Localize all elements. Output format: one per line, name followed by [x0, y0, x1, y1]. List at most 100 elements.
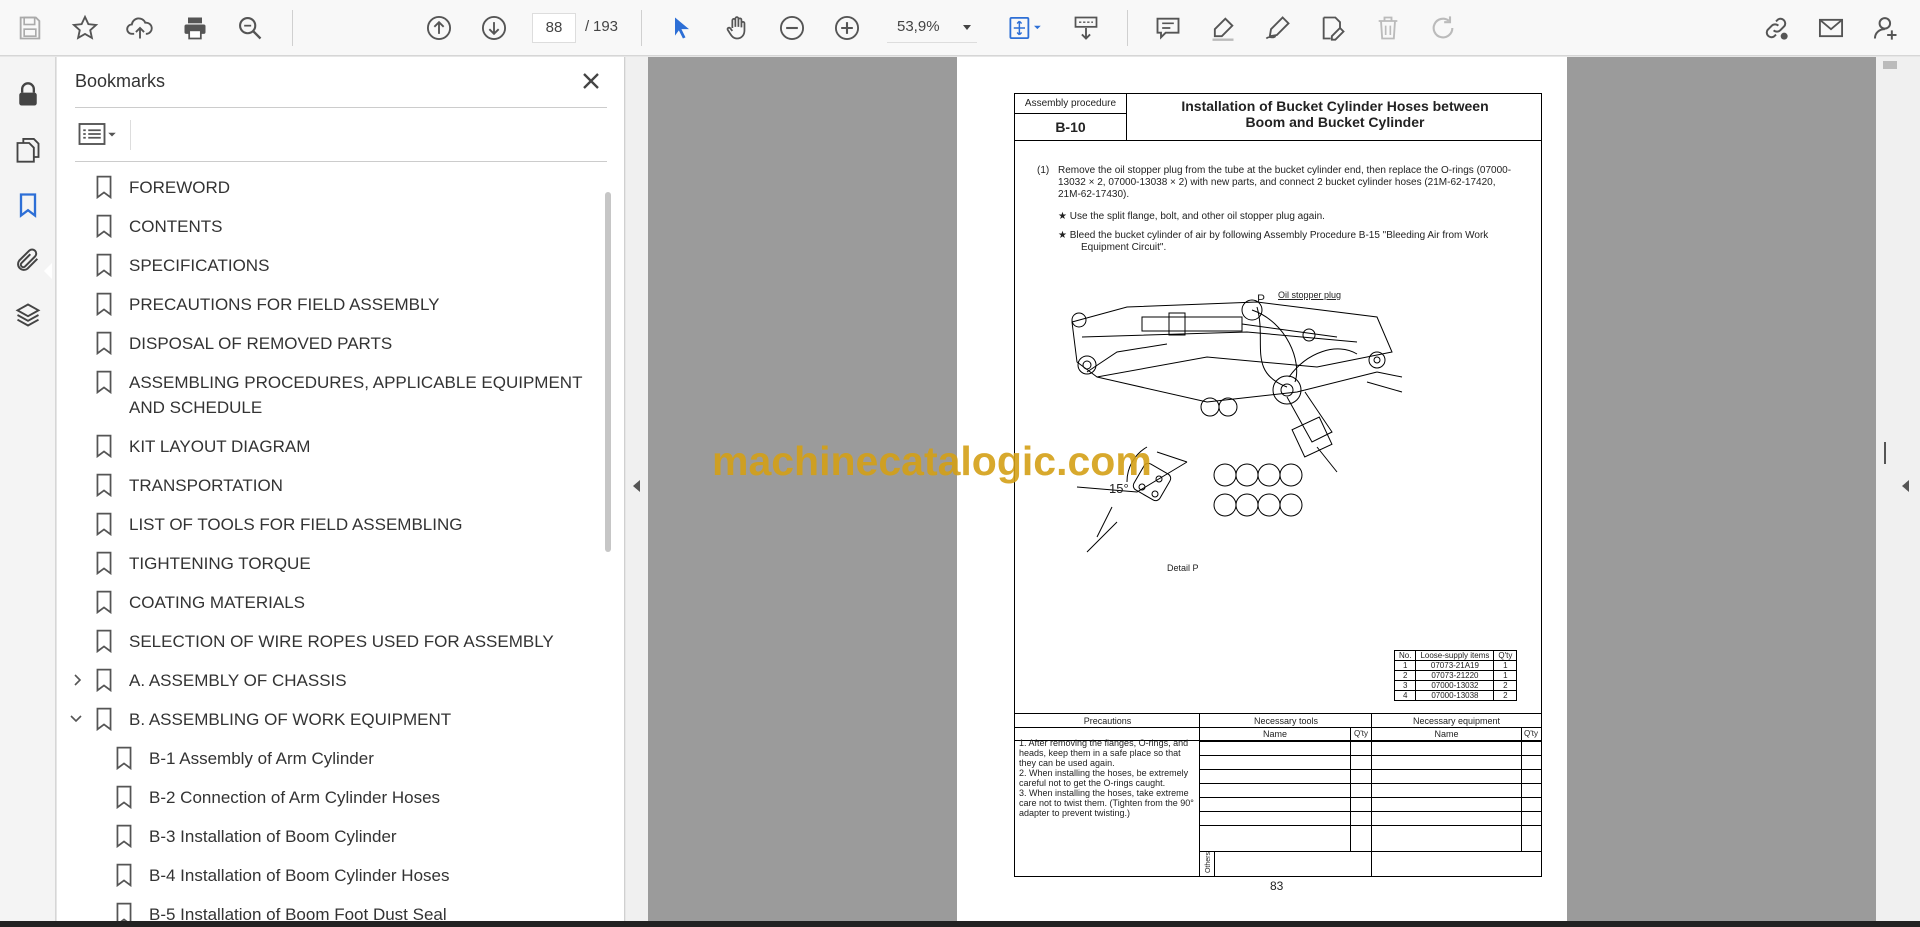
share-link-icon[interactable]	[1758, 10, 1794, 46]
bookmark-item[interactable]: B-3 Installation of Boom Cylinder	[115, 824, 589, 849]
highlight-icon[interactable]	[1205, 10, 1241, 46]
table-cell: 1	[1493, 660, 1518, 671]
divider	[1200, 811, 1541, 812]
select-arrow-icon[interactable]	[664, 10, 700, 46]
bookmark-item[interactable]: PRECAUTIONS FOR FIELD ASSEMBLY	[95, 292, 599, 317]
edit-icon[interactable]	[1315, 10, 1351, 46]
bookmark-icon	[96, 370, 112, 394]
bookmark-item[interactable]: A. ASSEMBLY OF CHASSIS	[95, 668, 599, 693]
scroll-mode-icon[interactable]	[1068, 10, 1104, 46]
save-icon[interactable]	[12, 10, 48, 46]
toolbar-separator	[641, 10, 642, 46]
close-icon[interactable]	[577, 67, 605, 95]
sign-icon[interactable]	[1260, 10, 1296, 46]
panel-title: Bookmarks	[75, 71, 166, 91]
bookmark-label: B-4 Installation of Boom Cylinder Hoses	[149, 866, 450, 885]
procedure-label: Assembly procedure	[1015, 94, 1126, 114]
print-icon[interactable]	[177, 10, 213, 46]
table-cell: 3	[1393, 680, 1417, 691]
bookmark-item[interactable]: B-2 Connection of Arm Cylinder Hoses	[115, 785, 589, 810]
table-cell: 2	[1493, 680, 1518, 691]
zoom-search-icon[interactable]	[232, 10, 268, 46]
bookmark-icon[interactable]	[10, 187, 46, 223]
table-cell: 1	[1493, 670, 1518, 681]
qty-heading: Q'ty	[1354, 729, 1368, 738]
star-icon[interactable]	[67, 10, 103, 46]
bookmark-item[interactable]: COATING MATERIALS	[95, 590, 599, 615]
scroll-up-icon[interactable]	[1883, 61, 1897, 69]
note-line: ★ Use the split flange, bolt, and other …	[1058, 211, 1325, 222]
table-header: Q'ty	[1493, 650, 1518, 661]
table-row: 4 07000-13038 2	[1393, 690, 1518, 701]
pages-icon[interactable]	[10, 132, 46, 168]
account-icon[interactable]	[1868, 10, 1904, 46]
page-separator: /	[585, 18, 590, 35]
bookmark-label: B-2 Connection of Arm Cylinder Hoses	[149, 788, 441, 807]
bookmark-label: SPECIFICATIONS	[129, 256, 270, 275]
page-down-icon[interactable]	[476, 10, 512, 46]
bookmark-icon	[96, 434, 112, 458]
hand-icon[interactable]	[719, 10, 755, 46]
procedure-title: Installation of Bucket Cylinder Hoses be…	[1128, 98, 1542, 130]
bookmark-icon	[116, 863, 132, 887]
qty-heading: Q'ty	[1524, 729, 1538, 738]
bookmark-icon	[96, 175, 112, 199]
chevron-down-icon[interactable]	[69, 712, 83, 726]
chevron-left-icon[interactable]	[1902, 480, 1909, 492]
bookmark-item[interactable]: B-4 Installation of Boom Cylinder Hoses	[115, 863, 589, 888]
zoom-level-select[interactable]: 53,9%	[887, 13, 977, 43]
bookmark-item[interactable]: CONTENTS	[95, 214, 599, 239]
procedure-header: Assembly procedure B-10 Installation of …	[1014, 93, 1542, 141]
page-number: 83	[1270, 879, 1284, 893]
divider	[1200, 783, 1541, 784]
divider	[130, 120, 131, 150]
procedure-code: B-10	[1055, 119, 1086, 135]
bookmark-item[interactable]: B-1 Assembly of Arm Cylinder	[115, 746, 589, 771]
lock-icon[interactable]	[10, 77, 46, 113]
main-toolbar: 88 / 193 53,9%	[0, 0, 1920, 56]
upload-icon[interactable]	[122, 10, 158, 46]
bookmark-item[interactable]: KIT LAYOUT DIAGRAM	[95, 434, 599, 459]
bookmark-icon	[96, 473, 112, 497]
table-cell: 07000-13038	[1415, 690, 1495, 701]
bookmark-item[interactable]: TRANSPORTATION	[95, 473, 599, 498]
bookmark-icon	[96, 253, 112, 277]
right-pane-handle[interactable]	[1876, 57, 1920, 921]
delete-icon[interactable]	[1370, 10, 1406, 46]
splitter-icon[interactable]	[1884, 442, 1886, 464]
chevron-right-icon[interactable]	[71, 673, 85, 687]
table-row: 2 07073-21220 1	[1393, 670, 1518, 681]
fit-page-icon[interactable]	[1000, 10, 1050, 46]
collapse-panel-handle[interactable]	[626, 57, 648, 921]
page-number-input[interactable]: 88	[532, 13, 576, 43]
page-up-icon[interactable]	[421, 10, 457, 46]
attachment-icon[interactable]	[10, 242, 46, 278]
others-label: Others	[1205, 851, 1213, 874]
bookmark-item[interactable]: FOREWORD	[95, 175, 599, 200]
bookmark-item[interactable]: TIGHTENING TORQUE	[95, 551, 599, 576]
list-options-icon	[78, 123, 116, 145]
toolbar-separator	[1127, 10, 1128, 46]
zoom-out-icon[interactable]	[774, 10, 810, 46]
bookmark-scrollbar[interactable]	[605, 192, 611, 552]
comment-icon[interactable]	[1150, 10, 1186, 46]
bookmark-item[interactable]: ASSEMBLING PROCEDURES, APPLICABLE EQUIPM…	[95, 370, 599, 420]
bookmark-item[interactable]: SPECIFICATIONS	[95, 253, 599, 278]
bookmark-item[interactable]: B. ASSEMBLING OF WORK EQUIPMENT	[95, 707, 599, 732]
bookmark-icon	[96, 668, 112, 692]
redo-icon[interactable]	[1425, 10, 1461, 46]
bookmark-item[interactable]: LIST OF TOOLS FOR FIELD ASSEMBLING	[95, 512, 599, 537]
tools-heading: Necessary tools	[1253, 716, 1319, 726]
bookmark-item[interactable]: DISPOSAL OF REMOVED PARTS	[95, 331, 599, 356]
bookmark-options-button[interactable]	[75, 117, 123, 151]
chevron-down-icon	[963, 25, 971, 30]
layers-icon[interactable]	[10, 297, 46, 333]
email-icon[interactable]	[1813, 10, 1849, 46]
precaution-item: 3. When installing the hoses, take extre…	[1019, 788, 1194, 818]
divider	[1350, 727, 1351, 851]
zoom-in-icon[interactable]	[829, 10, 865, 46]
bookmark-icon	[96, 331, 112, 355]
bookmark-item[interactable]: SELECTION OF WIRE ROPES USED FOR ASSEMBL…	[95, 629, 599, 654]
bookmark-list: FOREWORD CONTENTS SPECIFICATIONS PRECAUT…	[57, 170, 605, 927]
table-cell: 2	[1493, 690, 1518, 701]
